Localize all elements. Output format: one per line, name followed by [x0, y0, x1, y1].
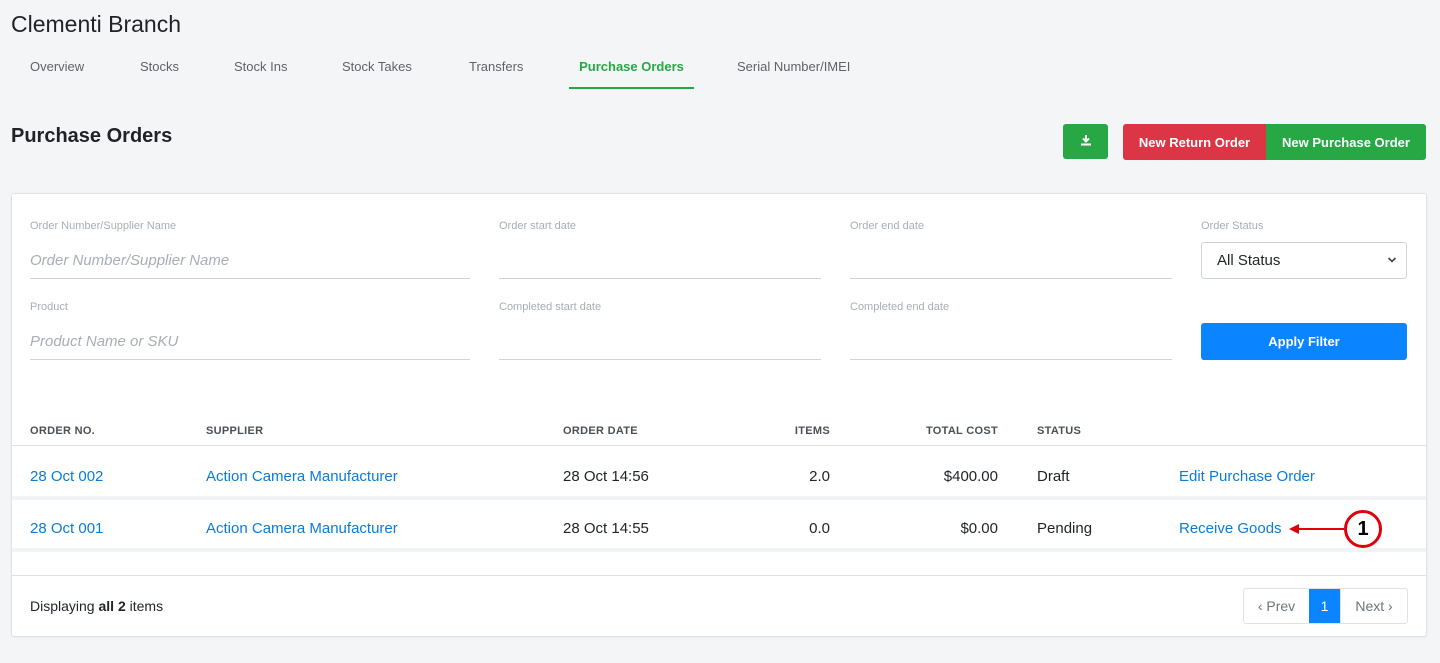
order-number-link[interactable]: 28 Oct 002 — [30, 468, 103, 485]
status-text: Draft — [1037, 468, 1070, 485]
chevron-down-icon — [1387, 243, 1397, 293]
supplier-link[interactable]: Action Camera Manufacturer — [206, 468, 398, 485]
order-number-link[interactable]: 28 Oct 001 — [30, 520, 103, 537]
row-divider — [12, 548, 1426, 552]
status-text: Pending — [1037, 520, 1093, 537]
prev-page-button[interactable]: ‹ Prev — [1244, 589, 1309, 623]
order-number-input[interactable] — [30, 242, 470, 279]
column-header-order-date: ORDER DATE — [563, 425, 638, 437]
tab-purchase-orders[interactable]: Purchase Orders — [569, 52, 694, 89]
column-header-order-no: ORDER NO. — [30, 425, 96, 437]
order-end-date-input[interactable] — [850, 242, 1172, 279]
order-number-label: Order Number/Supplier Name — [30, 220, 177, 232]
footer-divider — [12, 575, 1426, 576]
supplier-link[interactable]: Action Camera Manufacturer — [206, 520, 398, 537]
tab-overview[interactable]: Overview — [30, 52, 84, 89]
total-cost: $0.00 — [960, 520, 998, 537]
new-return-order-button[interactable]: New Return Order — [1123, 124, 1266, 160]
branch-title: Clementi Branch — [11, 11, 182, 37]
page-title: Purchase Orders — [11, 125, 173, 147]
receive-goods-link[interactable]: Receive Goods — [1179, 520, 1282, 537]
completed-start-date-input[interactable] — [499, 323, 821, 360]
product-label: Product — [30, 301, 68, 313]
completed-end-date-input[interactable] — [850, 323, 1172, 360]
callout-number-badge: 1 — [1344, 510, 1382, 548]
column-header-status: STATUS — [1037, 425, 1082, 437]
next-page-button[interactable]: Next › — [1340, 589, 1407, 623]
download-icon — [1080, 134, 1092, 149]
items-count: 2.0 — [809, 468, 830, 485]
apply-filter-button[interactable]: Apply Filter — [1201, 323, 1407, 360]
tab-stocks[interactable]: Stocks — [140, 52, 179, 89]
order-status-value: All Status — [1217, 252, 1281, 269]
table-header-divider — [12, 445, 1426, 446]
column-header-items: ITEMS — [794, 425, 830, 437]
edit-purchase-order-link[interactable]: Edit Purchase Order — [1179, 468, 1315, 485]
order-status-select[interactable]: All Status — [1201, 242, 1407, 279]
tab-transfers[interactable]: Transfers — [469, 52, 523, 89]
completed-start-date-label: Completed start date — [499, 301, 602, 313]
order-date: 28 Oct 14:56 — [563, 468, 649, 485]
callout-arrow-line — [1298, 528, 1344, 530]
total-cost: $400.00 — [943, 468, 998, 485]
order-end-date-label: Order end date — [850, 220, 924, 232]
row-divider — [12, 496, 1426, 500]
order-start-date-input[interactable] — [499, 242, 821, 279]
order-start-date-label: Order start date — [499, 220, 577, 232]
tab-stock-ins[interactable]: Stock Ins — [234, 52, 287, 89]
displaying-count: Displaying all 2 items — [30, 598, 164, 614]
new-purchase-order-button[interactable]: New Purchase Order — [1266, 124, 1426, 160]
pagination: ‹ Prev 1 Next › — [1243, 588, 1408, 624]
product-input[interactable] — [30, 323, 470, 360]
column-header-total-cost: TOTAL COST — [925, 425, 998, 437]
order-date: 28 Oct 14:55 — [563, 520, 649, 537]
purchase-orders-card: Order Number/Supplier Name Order start d… — [11, 193, 1427, 637]
column-header-supplier: SUPPLIER — [206, 425, 264, 437]
tab-stock-takes[interactable]: Stock Takes — [342, 52, 412, 89]
completed-end-date-label: Completed end date — [850, 301, 950, 313]
download-button[interactable] — [1063, 124, 1108, 159]
items-count: 0.0 — [809, 520, 830, 537]
tab-serial-number-imei[interactable]: Serial Number/IMEI — [737, 52, 850, 89]
page-1-button[interactable]: 1 — [1309, 589, 1340, 623]
order-status-label: Order Status — [1201, 220, 1264, 232]
